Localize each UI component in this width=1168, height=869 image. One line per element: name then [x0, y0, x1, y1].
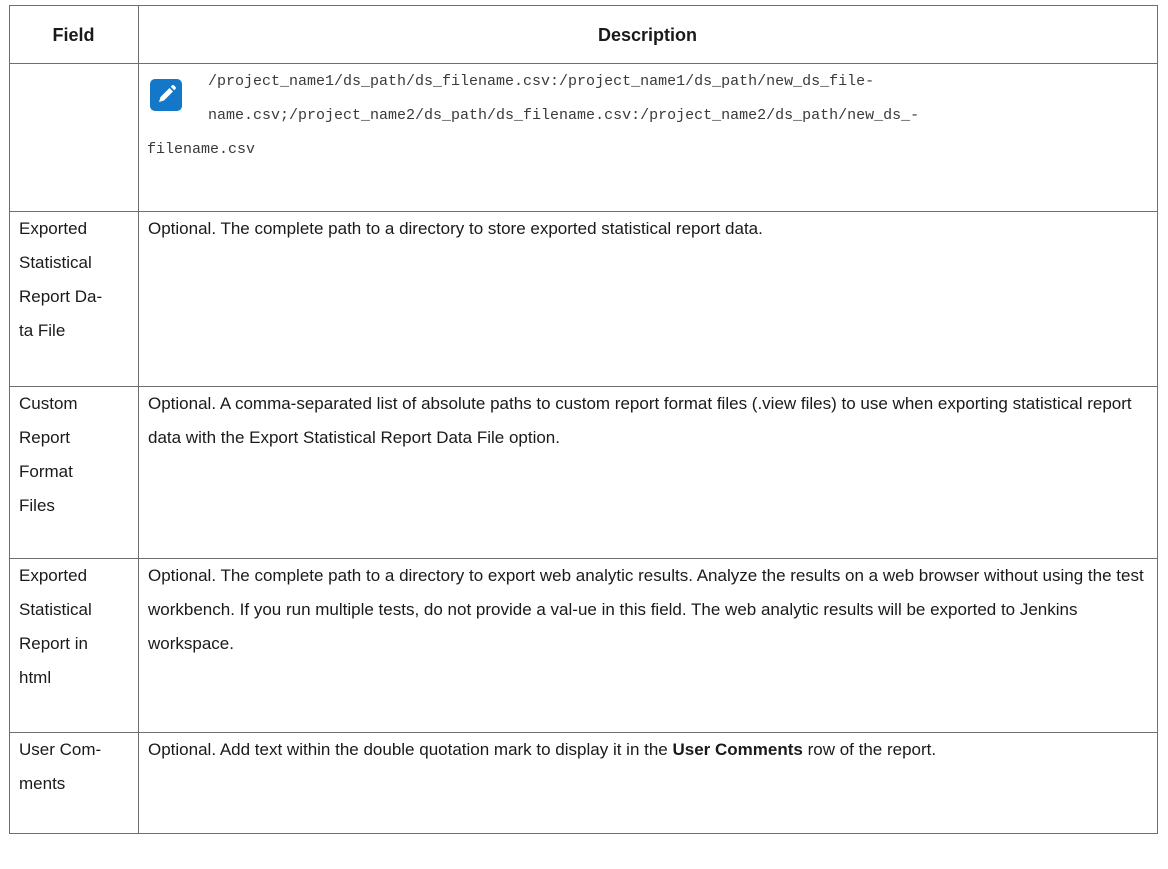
- table-row: User Com- ments Optional. Add text withi…: [9, 732, 1158, 834]
- field-line: User Com-: [19, 740, 102, 759]
- field-line: Report in: [19, 634, 88, 653]
- table-row: Custom Report Format Files Optional. A c…: [9, 386, 1158, 559]
- table-header-row: Field Description: [9, 5, 1158, 64]
- field-line: ta File: [19, 321, 66, 340]
- field-line: Statistical: [19, 600, 92, 619]
- table-row: Exported Statistical Report Da- ta File …: [9, 211, 1158, 387]
- description-cell: Optional. The complete path to a directo…: [138, 211, 1158, 387]
- pencil-icon: [150, 79, 182, 111]
- description-cell: Optional. A comma-separated list of abso…: [138, 386, 1158, 559]
- field-cell: Custom Report Format Files: [9, 386, 139, 559]
- field-line: Files: [19, 496, 55, 515]
- description-cell: Optional. Add text within the double quo…: [138, 732, 1158, 834]
- field-line: Report: [19, 428, 71, 447]
- field-line: Exported: [19, 219, 88, 238]
- field-line: Report Da-: [19, 287, 103, 306]
- description-cell: Optional. The complete path to a directo…: [138, 558, 1158, 733]
- field-column-header: Field: [9, 5, 139, 64]
- field-cell: User Com- ments: [9, 732, 139, 834]
- field-line: Custom: [19, 394, 78, 413]
- description-text: Optional. Add text within the double quo…: [148, 740, 673, 759]
- field-cell: Exported Statistical Report in html: [9, 558, 139, 733]
- field-line: ments: [19, 774, 66, 793]
- field-cell: Exported Statistical Report Da- ta File: [9, 211, 139, 387]
- description-column-header: Description: [138, 5, 1158, 64]
- field-line: Statistical: [19, 253, 92, 272]
- note-code-text: /project_name1/ds_path/ds_filename.csv:/…: [147, 65, 1147, 167]
- description-text: row of the report.: [802, 740, 937, 759]
- field-cell-empty: [9, 63, 139, 212]
- user-comments-term: User Comments: [672, 740, 803, 759]
- field-line: Format: [19, 462, 73, 481]
- description-cell: /project_name1/ds_path/ds_filename.csv:/…: [138, 63, 1158, 212]
- table-row: Exported Statistical Report in html Opti…: [9, 558, 1158, 733]
- table-row: /project_name1/ds_path/ds_filename.csv:/…: [9, 63, 1158, 212]
- note-line: filename.csv: [147, 141, 256, 158]
- field-line: Exported: [19, 566, 88, 585]
- note-line: /project_name1/ds_path/ds_filename.csv:/…: [208, 73, 875, 90]
- note-line: name.csv;/project_name2/ds_path/ds_filen…: [208, 107, 920, 124]
- note-block: /project_name1/ds_path/ds_filename.csv:/…: [147, 64, 1147, 167]
- parameters-table: Field Description /project_name1/ds_path…: [9, 5, 1158, 834]
- field-line: html: [19, 668, 52, 687]
